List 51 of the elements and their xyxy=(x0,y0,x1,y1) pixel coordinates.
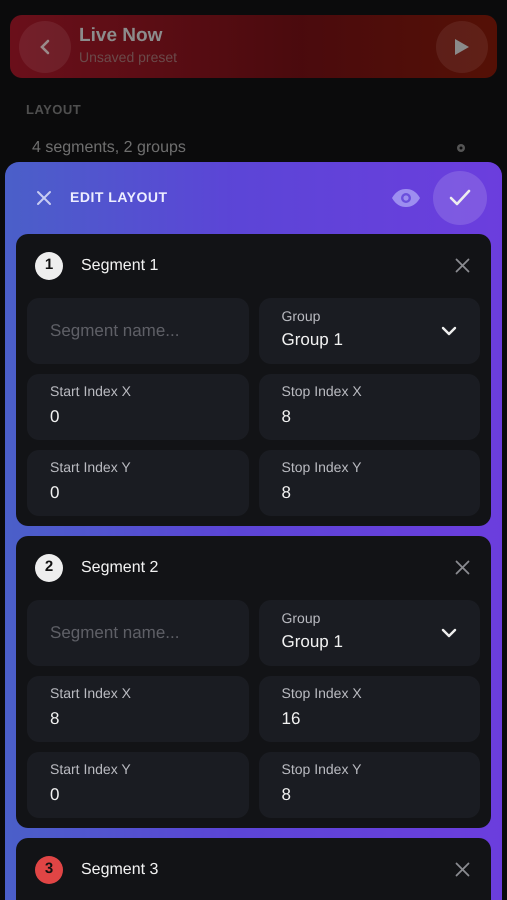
segment-number: 3 xyxy=(35,856,63,884)
segment-number: 2 xyxy=(35,554,63,582)
close-icon xyxy=(455,862,470,877)
field-label: Start Index X xyxy=(50,382,132,400)
field-label: Stop Index X xyxy=(282,382,363,400)
gear-icon xyxy=(455,142,467,154)
field-label: Stop Index Y xyxy=(282,458,362,476)
close-icon xyxy=(455,258,470,273)
field-label: Stop Index Y xyxy=(282,760,362,778)
field-value: 8 xyxy=(50,708,60,730)
index-field[interactable]: Start Index X 0 xyxy=(27,374,248,440)
close-icon xyxy=(36,190,52,206)
index-field[interactable]: Stop Index Y 8 xyxy=(258,450,480,516)
field-value: 0 xyxy=(50,482,60,504)
field-value: 16 xyxy=(282,708,302,730)
field-value: 0 xyxy=(50,784,60,806)
eye-icon xyxy=(391,188,421,208)
close-icon xyxy=(455,560,470,575)
now-playing-title: Live Now xyxy=(79,25,164,47)
layout-summary: 4 segments, 2 groups xyxy=(32,138,186,158)
index-field[interactable]: Start Index Y 0 xyxy=(27,450,248,516)
section-label: LAYOUT xyxy=(26,101,82,119)
play-button[interactable] xyxy=(436,20,488,72)
chevron-down-icon xyxy=(441,628,457,638)
segment-title: Segment 2 xyxy=(81,558,160,578)
index-field[interactable]: Start Index X 8 xyxy=(27,676,248,742)
group-select[interactable]: Group Group 1 xyxy=(258,600,480,666)
segment-name-field[interactable]: Segment name... xyxy=(27,600,248,666)
field-label: Start Index Y xyxy=(50,760,132,778)
field-label: Start Index X xyxy=(50,684,132,702)
field-value: 8 xyxy=(282,406,292,428)
chevron-left-icon xyxy=(40,38,50,54)
group-select[interactable]: Group Group 1 xyxy=(258,298,480,364)
segment-number: 1 xyxy=(35,252,63,280)
segment-title: Segment 1 xyxy=(81,256,160,276)
field-label: Start Index Y xyxy=(50,458,132,476)
editor-title: EDIT LAYOUT xyxy=(70,188,169,207)
index-field[interactable]: Stop Index X 8 xyxy=(258,374,480,440)
segment-title: Segment 3 xyxy=(81,860,160,880)
field-label: Stop Index X xyxy=(282,684,363,702)
index-field[interactable]: Stop Index Y 8 xyxy=(258,752,480,818)
index-field[interactable]: Start Index Y 0 xyxy=(27,752,248,818)
segment-name-field[interactable]: Segment name... xyxy=(27,298,248,364)
index-field[interactable]: Stop Index X 16 xyxy=(258,676,480,742)
now-playing-subtitle: Unsaved preset xyxy=(79,48,178,67)
checkmark-icon xyxy=(449,188,471,206)
play-icon xyxy=(454,38,470,56)
field-value: 8 xyxy=(282,482,292,504)
chevron-down-icon xyxy=(441,326,457,336)
field-value: 0 xyxy=(50,406,60,428)
field-value: 8 xyxy=(282,784,292,806)
